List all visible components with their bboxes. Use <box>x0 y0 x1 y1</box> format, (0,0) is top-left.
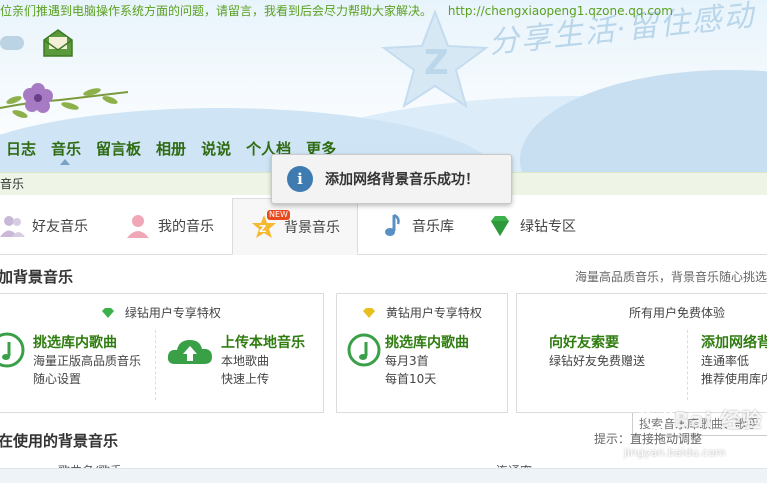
option-title: 添加网络背 <box>701 335 767 351</box>
tab-background-music[interactable]: Z NEW 背景音乐 <box>232 198 358 255</box>
option-line: 随心设置 <box>33 372 82 386</box>
request-from-friend-option[interactable]: 向好友索要 绿钻好友免费赠送 <box>549 332 645 370</box>
toast-message: 添加网络背景音乐成功！ <box>325 172 479 188</box>
upload-local-music-option[interactable]: 上传本地音乐 本地歌曲 快速上传 <box>221 332 305 388</box>
paw-logo-icon <box>640 400 673 429</box>
user-icon <box>127 215 149 238</box>
new-badge: NEW <box>267 210 290 220</box>
list-footer-bar <box>0 468 767 483</box>
divider <box>155 330 156 400</box>
option-line: 海量正版高品质音乐 <box>33 354 142 368</box>
banner-hill <box>520 70 767 172</box>
flower-vine-decoration <box>0 83 129 118</box>
option-line: 本地歌曲 <box>221 354 270 368</box>
cloud-decoration <box>0 36 24 50</box>
qzone-banner: Z 分享生活·留住感动 位亲们推遇到电脑操作系统方面的问题，请留言，我看到后会尽… <box>0 0 767 172</box>
green-diamond-icon <box>102 308 115 318</box>
option-title: 向好友索要 <box>549 335 619 351</box>
green-diamond-card: 绿钻用户专享特权 挑选库内歌曲 海量正版高品质音乐 随心设置 上传本地音乐 本地… <box>0 293 324 413</box>
space-url-link[interactable]: http://chengxiaopeng1.qzone.qq.com <box>448 4 673 18</box>
option-title: 上传本地音乐 <box>221 335 305 351</box>
nav-item-shuoshuo[interactable]: 说说 <box>201 138 231 159</box>
free-trial-card: 所有用户免费体验 向好友索要 绿钻好友免费赠送 添加网络背 连通率低 推荐使用库… <box>516 293 767 413</box>
add-music-heading: 加背景音乐 <box>0 268 74 286</box>
watermark-url: jingyan.baidu.com <box>624 446 726 459</box>
svg-text:Z: Z <box>259 224 266 235</box>
in-use-music-heading: 在使用的背景音乐 <box>0 432 119 450</box>
music-circle-icon <box>347 333 381 367</box>
nav-item-blog[interactable]: 日志 <box>6 138 36 159</box>
tab-label: 我的音乐 <box>158 219 214 235</box>
owner-notice: 位亲们推遇到电脑操作系统方面的问题，请留言，我看到后会尽力帮助大家解决。 htt… <box>0 2 673 19</box>
option-line: 每月3首 <box>385 354 429 368</box>
green-diamond-icon <box>491 216 509 236</box>
baidu-jingyan-watermark: Bai 经验 jingyan.baidu.com <box>600 400 767 470</box>
option-line: 连通率低 <box>701 354 750 368</box>
tab-label: 绿钻专区 <box>520 219 576 235</box>
add-music-subtitle: 海量高品质音乐，背景音乐随心挑选 <box>574 270 767 284</box>
friends-icon <box>0 216 25 237</box>
yellow-diamond-icon <box>363 308 376 318</box>
success-toast: i 添加网络背景音乐成功！ <box>271 154 512 204</box>
card-header: 绿钻用户专享特权 <box>0 304 323 321</box>
card-header: 黄钻用户专享特权 <box>337 304 507 321</box>
option-line: 绿钻好友免费赠送 <box>549 354 646 368</box>
tab-label: 音乐库 <box>412 219 454 235</box>
divider <box>687 330 688 400</box>
yellow-diamond-card: 黄钻用户专享特权 挑选库内歌曲 每月3首 每首10天 <box>336 293 508 413</box>
tab-label: 背景音乐 <box>284 219 340 236</box>
cloud-upload-icon <box>167 340 212 364</box>
info-icon: i <box>287 166 313 192</box>
tab-label: 好友音乐 <box>32 219 88 235</box>
pick-library-song-option[interactable]: 挑选库内歌曲 海量正版高品质音乐 随心设置 <box>33 332 141 388</box>
nav-item-music[interactable]: 音乐 <box>51 138 81 165</box>
notice-text: 位亲们推遇到电脑操作系统方面的问题，请留言，我看到后会尽力帮助大家解决。 <box>0 4 433 18</box>
tab-music-library[interactable]: 音乐库 <box>378 198 478 254</box>
music-tabs: 好友音乐 我的音乐 Z NEW 背景音乐 音乐库 绿钻专区 <box>0 198 767 436</box>
music-circle-icon <box>0 332 25 368</box>
tab-green-diamond[interactable]: 绿钻专区 <box>486 198 596 254</box>
nav-item-album[interactable]: 相册 <box>156 138 186 159</box>
option-line: 推荐使用库内 <box>701 372 767 386</box>
mail-icon[interactable] <box>42 28 74 58</box>
music-note-icon <box>385 213 400 236</box>
watermark-brand: Bai 经验 <box>674 408 763 432</box>
svg-text:Z: Z <box>424 43 449 83</box>
add-network-music-option[interactable]: 添加网络背 连通率低 推荐使用库内 <box>701 332 767 388</box>
pick-library-song-option[interactable]: 挑选库内歌曲 每月3首 每首10天 <box>385 332 469 388</box>
nav-item-guestbook[interactable]: 留言板 <box>96 138 141 159</box>
tab-my-music[interactable]: 我的音乐 <box>124 198 234 254</box>
card-header: 所有用户免费体验 <box>629 306 726 320</box>
option-line: 每首10天 <box>385 372 437 386</box>
option-line: 快速上传 <box>221 372 270 386</box>
option-title: 挑选库内歌曲 <box>385 335 469 351</box>
option-title: 挑选库内歌曲 <box>33 335 117 351</box>
qzone-star-decoration: Z <box>381 9 489 108</box>
